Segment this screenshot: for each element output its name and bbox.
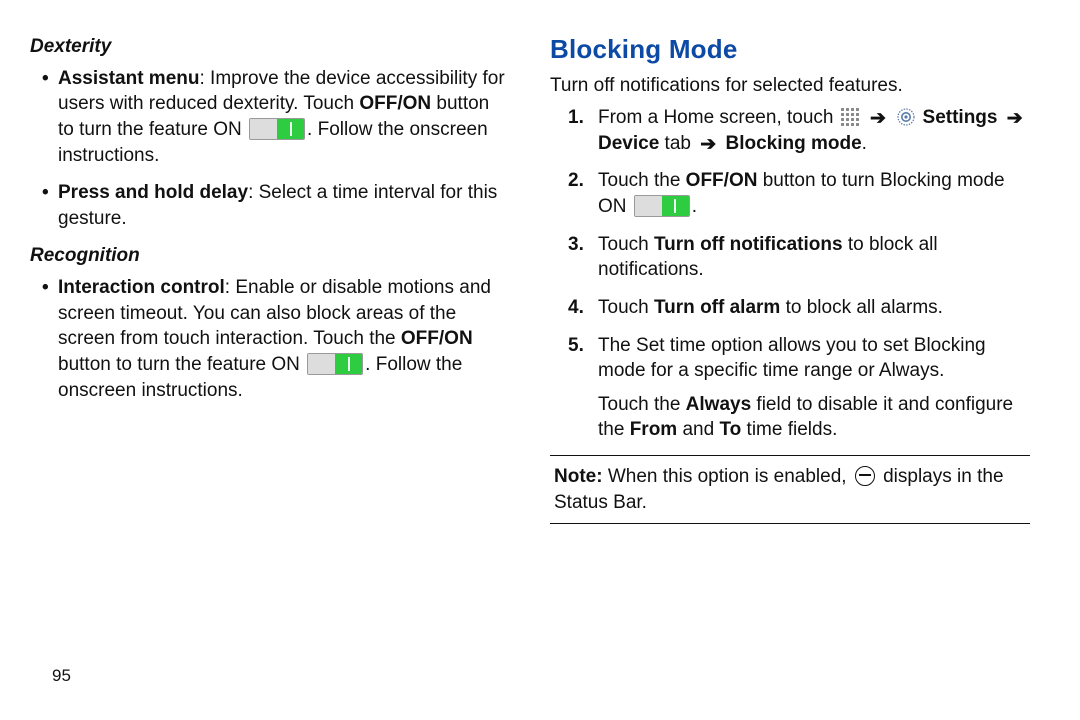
settings-label: Settings — [923, 107, 998, 128]
note-label: Note: — [554, 466, 603, 487]
note-rule-top — [550, 455, 1030, 456]
body-text: button to turn the feature ON — [58, 354, 305, 375]
dexterity-heading: Dexterity — [30, 34, 510, 60]
settings-gear-icon — [897, 108, 915, 126]
body-text: Touch the — [598, 170, 686, 191]
blocking-mode-label: Blocking mode — [725, 133, 861, 154]
note-rule-bottom — [550, 523, 1030, 524]
body-text: and — [677, 419, 719, 440]
body-text: . — [862, 133, 867, 154]
step-item: The Set time option allows you to set Bl… — [568, 333, 1030, 444]
item-title: Press and hold delay — [58, 182, 248, 203]
toggle-on-icon — [307, 353, 363, 375]
page-number: 95 — [52, 666, 71, 686]
body-text: When this option is enabled, — [603, 466, 852, 487]
offon-label: OFF/ON — [359, 93, 431, 114]
apps-grid-icon — [841, 108, 859, 126]
body-text: Touch — [598, 297, 654, 318]
toggle-on-icon — [634, 195, 690, 217]
blocking-mode-heading: Blocking Mode — [550, 32, 1030, 67]
list-item: Press and hold delay: Select a time inte… — [42, 180, 510, 231]
body-text: From a Home screen, touch — [598, 107, 839, 128]
left-column: Dexterity Assistant menu: Improve the de… — [30, 30, 510, 700]
right-column: Blocking Mode Turn off notifications for… — [550, 30, 1030, 700]
from-label: From — [630, 419, 678, 440]
body-text: tab — [659, 133, 696, 154]
step-item: Touch the OFF/ON button to turn Blocking… — [568, 168, 1030, 219]
step-item: From a Home screen, touch ➔ Settings ➔ D… — [568, 105, 1030, 157]
arrow-right-icon: ➔ — [1007, 106, 1023, 132]
arrow-right-icon: ➔ — [700, 132, 716, 158]
step-item: Touch Turn off alarm to block all alarms… — [568, 295, 1030, 321]
turn-off-notifications-label: Turn off notifications — [654, 234, 843, 255]
recognition-heading: Recognition — [30, 243, 510, 269]
step-sub-text: Touch the Always field to disable it and… — [598, 392, 1030, 443]
item-title: Interaction control — [58, 277, 225, 298]
list-item: Interaction control: Enable or disable m… — [42, 275, 510, 403]
steps-list: From a Home screen, touch ➔ Settings ➔ D… — [550, 105, 1030, 443]
turn-off-alarm-label: Turn off alarm — [654, 297, 780, 318]
manual-page: Dexterity Assistant menu: Improve the de… — [0, 0, 1080, 720]
list-item: Assistant menu: Improve the device acces… — [42, 66, 510, 169]
item-title: Assistant menu — [58, 68, 199, 89]
body-text: Touch the — [598, 394, 686, 415]
to-label: To — [719, 419, 741, 440]
offon-label: OFF/ON — [401, 328, 473, 349]
body-text: to block all alarms. — [780, 297, 943, 318]
arrow-right-icon: ➔ — [870, 106, 886, 132]
always-label: Always — [686, 394, 751, 415]
toggle-on-icon — [249, 118, 305, 140]
offon-label: OFF/ON — [686, 170, 758, 191]
body-text: The Set time option allows you to set Bl… — [598, 335, 986, 382]
intro-text: Turn off notifications for selected feat… — [550, 73, 1030, 99]
body-text: . — [692, 196, 697, 217]
note-block: Note: When this option is enabled, displ… — [550, 464, 1030, 515]
dexterity-list: Assistant menu: Improve the device acces… — [30, 66, 510, 232]
step-item: Touch Turn off notifications to block al… — [568, 232, 1030, 283]
blocking-mode-status-icon — [855, 466, 875, 486]
recognition-list: Interaction control: Enable or disable m… — [30, 275, 510, 403]
device-label: Device — [598, 133, 659, 154]
body-text: time fields. — [741, 419, 837, 440]
body-text: Touch — [598, 234, 654, 255]
